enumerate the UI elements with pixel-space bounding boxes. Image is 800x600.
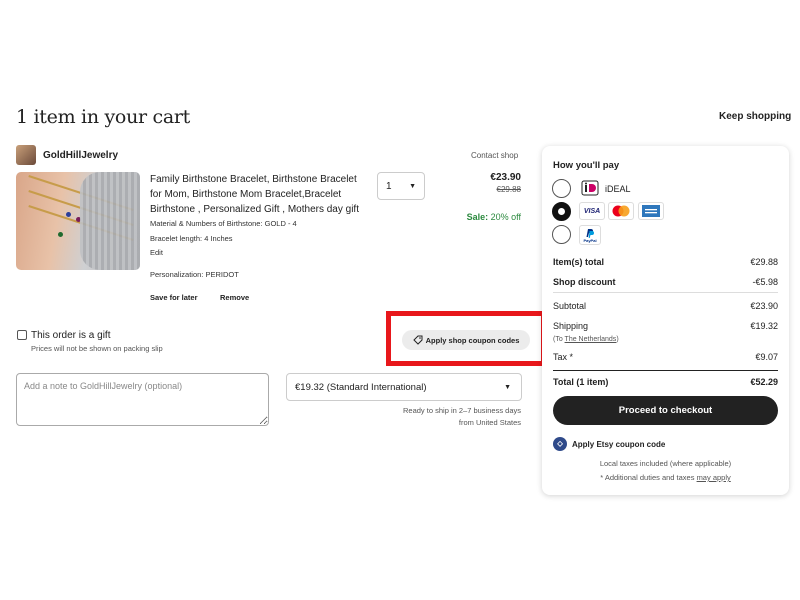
product-title-link[interactable]: Family Birthstone Bracelet, Birthstone B… (150, 172, 370, 217)
shop-discount-row: Shop discount -€5.98 (553, 277, 778, 287)
shipping-ready-note: Ready to ship in 2–7 business days from … (403, 405, 521, 429)
total-label: Total (1 item) (553, 377, 609, 387)
shipping-ready-line1: Ready to ship in 2–7 business days (403, 406, 521, 415)
divider (553, 370, 778, 371)
shipping-value: €19.32 (750, 321, 778, 331)
ideal-label: iDEAL (605, 184, 631, 194)
paypal-logo-icon: PayPal (579, 225, 601, 245)
shop-discount-label: Shop discount (553, 277, 616, 287)
tax-value: €9.07 (755, 352, 778, 362)
chevron-down-icon: ▼ (504, 384, 511, 391)
items-total-row: Item(s) total €29.88 (553, 257, 778, 267)
may-apply-link[interactable]: may apply (697, 473, 731, 482)
tax-row: Tax * €9.07 (553, 352, 778, 362)
shipping-country-link[interactable]: The Netherlands (565, 336, 617, 343)
etsy-coupon-icon: ⬦ (553, 437, 567, 451)
sale-label: Sale: (466, 212, 489, 222)
edit-link[interactable]: Edit (150, 248, 163, 257)
duties-note: * Additional duties and taxes may apply (542, 473, 789, 482)
divider (553, 292, 778, 293)
apply-shop-coupon-button[interactable]: Apply shop coupon codes (402, 330, 530, 350)
apply-etsy-coupon-button[interactable]: ⬦ Apply Etsy coupon code (553, 437, 665, 451)
paypal-label: PayPal (583, 237, 597, 243)
radio-ideal[interactable] (552, 179, 571, 198)
shipping-method-select[interactable]: €19.32 (Standard International) ▼ (286, 373, 522, 401)
duties-prefix: * Additional duties and taxes (600, 473, 697, 482)
mastercard-logo-icon (608, 202, 634, 220)
radio-paypal[interactable] (552, 225, 571, 244)
subtotal-value: €23.90 (750, 301, 778, 311)
keep-shopping-link[interactable]: Keep shopping (719, 111, 791, 122)
shipping-to-prefix: (To (553, 336, 565, 343)
total-row: Total (1 item) €52.29 (553, 377, 778, 387)
quantity-value: 1 (386, 181, 392, 192)
sale-badge: Sale: 20% off (467, 212, 521, 222)
local-taxes-note: Local taxes included (where applicable) (599, 459, 732, 468)
proceed-to-checkout-button[interactable]: Proceed to checkout (553, 396, 778, 425)
remove-button[interactable]: Remove (220, 293, 249, 302)
shop-name-link[interactable]: GoldHillJewelry (43, 150, 118, 161)
shop-avatar[interactable] (16, 145, 36, 165)
shipping-method-value: €19.32 (Standard International) (295, 382, 427, 393)
gift-checkbox[interactable] (17, 330, 27, 340)
chevron-down-icon: ▼ (409, 183, 416, 190)
shipping-destination: (To The Netherlands) (553, 336, 619, 343)
subtotal-label: Subtotal (553, 301, 587, 311)
shipping-row: Shipping €19.32 (553, 321, 778, 331)
gift-subtext: Prices will not be shown on packing slip (31, 344, 163, 353)
apply-shop-coupon-label: Apply shop coupon codes (425, 335, 520, 345)
ideal-logo-icon (579, 179, 601, 197)
shipping-ready-line2: from United States (458, 418, 521, 427)
product-image[interactable] (16, 172, 140, 270)
sale-value: 20% off (490, 212, 521, 222)
subtotal-row: Subtotal €23.90 (553, 301, 778, 311)
items-total-label: Item(s) total (553, 257, 605, 267)
radio-cards[interactable] (552, 202, 571, 221)
product-length: Bracelet length: 4 Inches (150, 234, 233, 243)
visa-logo-icon: VISA (579, 202, 605, 220)
tax-label: Tax * (553, 352, 574, 362)
shop-discount-value: -€5.98 (752, 277, 778, 287)
item-price: €23.90 (490, 172, 521, 183)
amex-logo-icon (638, 202, 664, 220)
total-value: €52.29 (750, 377, 778, 387)
tag-icon (412, 335, 423, 345)
apply-etsy-coupon-label: Apply Etsy coupon code (572, 439, 666, 449)
birthstone (66, 212, 71, 217)
shipping-label: Shipping (553, 321, 589, 331)
product-material: Material & Numbers of Birthstone: GOLD -… (150, 219, 297, 228)
gift-label[interactable]: This order is a gift (31, 330, 110, 341)
note-to-seller-field[interactable] (16, 373, 269, 426)
birthstone (58, 232, 63, 237)
save-for-later-button[interactable]: Save for later (150, 293, 198, 302)
cart-title: 1 item in your cart (16, 106, 191, 128)
items-total-value: €29.88 (750, 257, 778, 267)
sweater-sleeve (80, 172, 140, 270)
shipping-to-suffix: ) (616, 336, 619, 343)
contact-shop-link[interactable]: Contact shop (471, 151, 518, 160)
quantity-select[interactable]: 1 ▼ (377, 172, 425, 200)
product-personalization: Personalization: PERIDOT (150, 270, 239, 279)
item-original-price: €29.88 (496, 185, 521, 194)
payment-summary-card: How you'll pay iDEAL VISA PayPal Item(s)… (542, 146, 789, 495)
payment-heading: How you'll pay (553, 160, 620, 171)
